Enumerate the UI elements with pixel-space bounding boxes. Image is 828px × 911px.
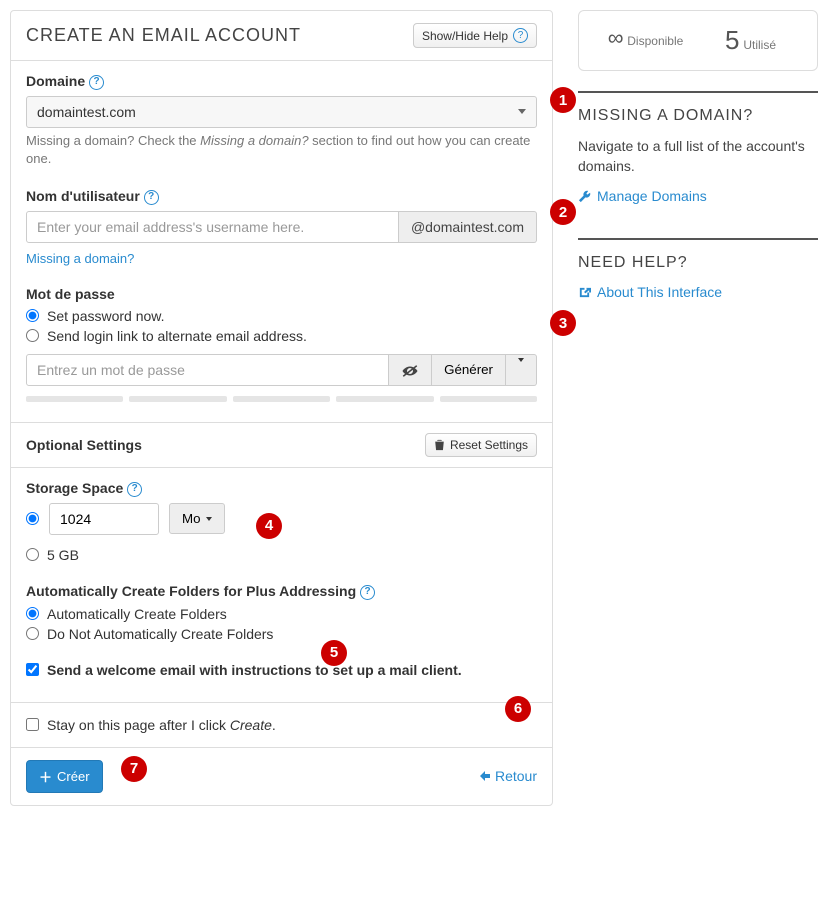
annotation-6: 6 (505, 696, 531, 722)
question-icon: ? (513, 28, 528, 43)
annotation-5: 5 (321, 640, 347, 666)
missing-domain-link[interactable]: Missing a domain? (26, 251, 134, 266)
plus-icon: ＋ (39, 767, 52, 786)
storage-unit-dropdown[interactable]: Mo (169, 503, 225, 534)
back-link-label: Retour (495, 768, 537, 784)
storage-label: Storage Space ? (26, 480, 537, 497)
domain-select[interactable]: domaintest.com (26, 96, 537, 128)
username-domain-addon: @domaintest.com (399, 211, 537, 243)
manage-domains-link[interactable]: Manage Domains (578, 188, 818, 204)
welcome-email-label: Send a welcome email with instructions t… (47, 662, 462, 678)
storage-value-input[interactable] (49, 503, 159, 535)
generate-password-button[interactable]: Générer (432, 354, 506, 386)
manage-domains-label: Manage Domains (597, 188, 707, 204)
eye-slash-icon (401, 364, 419, 378)
arrow-left-icon (479, 770, 491, 782)
reset-settings-label: Reset Settings (450, 438, 528, 452)
back-link[interactable]: Retour (479, 768, 537, 784)
domain-label: Domaine ? (26, 73, 537, 90)
stay-on-page-checkbox[interactable] (26, 718, 39, 731)
plus-auto-radio[interactable] (26, 607, 39, 620)
annotation-3: 3 (550, 310, 576, 336)
password-now-radio[interactable] (26, 309, 39, 322)
username-label-text: Nom d'utilisateur (26, 188, 140, 204)
wrench-icon (578, 190, 591, 203)
password-input[interactable] (26, 354, 389, 386)
optional-settings-title: Optional Settings (26, 437, 142, 453)
toggle-help-button[interactable]: Show/Hide Help ? (413, 23, 537, 48)
used-count: 5 (725, 25, 739, 55)
password-visibility-toggle[interactable] (389, 354, 432, 386)
used-label: Utilisé (743, 38, 776, 52)
username-label: Nom d'utilisateur ? (26, 188, 537, 205)
page-title: CREATE AN EMAIL ACCOUNT (26, 25, 301, 46)
chevron-down-icon (206, 517, 212, 521)
plus-noauto-label: Do Not Automatically Create Folders (47, 626, 273, 642)
password-link-radio[interactable] (26, 329, 39, 342)
available-label: Disponible (627, 34, 683, 48)
storage-unit-label: Mo (182, 511, 201, 526)
missing-domain-title: MISSING A DOMAIN? (578, 107, 818, 125)
chevron-down-icon (518, 109, 526, 114)
need-help-title: NEED HELP? (578, 254, 818, 272)
infinity-icon: ∞ (608, 25, 624, 50)
annotation-2: 2 (550, 199, 576, 225)
password-link-label: Send login link to alternate email addre… (47, 328, 307, 344)
question-icon[interactable]: ? (89, 75, 104, 90)
about-interface-link[interactable]: About This Interface (578, 284, 818, 300)
question-icon[interactable]: ? (360, 585, 375, 600)
chevron-down-icon (518, 358, 524, 377)
password-now-label: Set password now. (47, 308, 165, 324)
password-options-dropdown[interactable] (506, 354, 537, 386)
password-label: Mot de passe (26, 286, 537, 302)
welcome-email-checkbox[interactable] (26, 663, 39, 676)
question-icon[interactable]: ? (144, 190, 159, 205)
create-button-label: Créer (57, 769, 90, 784)
missing-domain-text: Navigate to a full list of the account's… (578, 137, 818, 176)
storage-preset-label: 5 GB (47, 547, 79, 563)
annotation-4: 4 (256, 513, 282, 539)
trash-icon (434, 439, 445, 451)
domain-label-text: Domaine (26, 73, 85, 89)
stats-panel: ∞ Disponible 5 Utilisé (578, 10, 818, 71)
storage-preset-radio[interactable] (26, 548, 39, 561)
username-input[interactable] (26, 211, 399, 243)
stay-on-page-label: Stay on this page after I click Create. (47, 717, 276, 733)
password-strength-meter (26, 396, 537, 402)
annotation-7: 7 (121, 756, 147, 782)
annotation-1: 1 (550, 87, 576, 113)
plus-addressing-label: Automatically Create Folders for Plus Ad… (26, 583, 537, 600)
storage-label-text: Storage Space (26, 480, 123, 496)
toggle-help-label: Show/Hide Help (422, 29, 508, 43)
external-link-icon (578, 286, 591, 299)
domain-help-text: Missing a domain? Check the Missing a do… (26, 132, 537, 168)
plus-addressing-label-text: Automatically Create Folders for Plus Ad… (26, 583, 356, 599)
about-interface-label: About This Interface (597, 284, 722, 300)
plus-auto-label: Automatically Create Folders (47, 606, 227, 622)
storage-custom-radio[interactable] (26, 512, 39, 525)
domain-selected-value: domaintest.com (37, 104, 136, 120)
create-button[interactable]: ＋ Créer (26, 760, 103, 793)
reset-settings-button[interactable]: Reset Settings (425, 433, 537, 457)
plus-noauto-radio[interactable] (26, 627, 39, 640)
question-icon[interactable]: ? (127, 482, 142, 497)
